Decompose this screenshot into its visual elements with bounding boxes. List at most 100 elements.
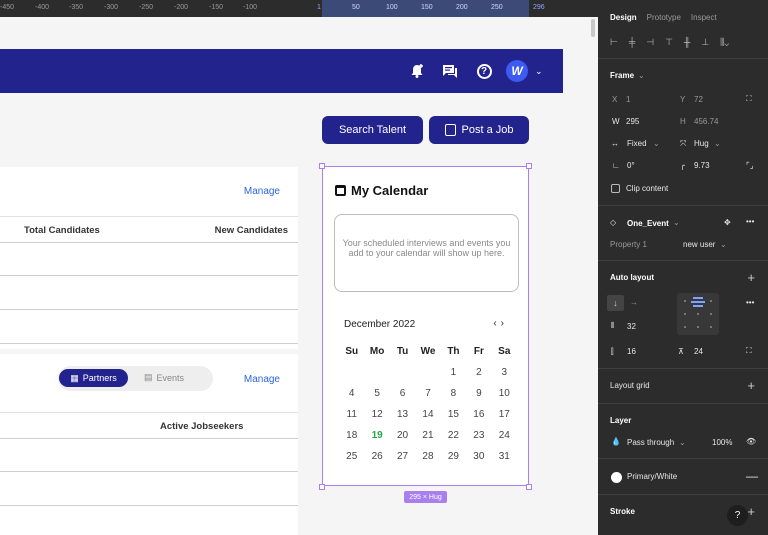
calendar-day[interactable]: 6	[390, 388, 415, 409]
events-tab[interactable]: ▤ Events	[144, 372, 184, 383]
independent-corners-icon[interactable]: ⌜⌟	[746, 161, 754, 170]
more-options-icon[interactable]: •••	[746, 217, 754, 226]
property-select[interactable]: new user	[683, 240, 715, 249]
help-button[interactable]: ?	[727, 505, 748, 526]
fill-swatch[interactable]	[611, 472, 622, 483]
calendar-day[interactable]: 28	[415, 451, 440, 472]
h-field[interactable]: 456.74	[694, 117, 718, 126]
calendar-day[interactable]: 22	[441, 430, 466, 451]
clip-content-checkbox[interactable]	[611, 184, 620, 193]
chevron-down-icon[interactable]: ⌄	[714, 139, 721, 148]
calendar-day[interactable]: 11	[339, 409, 364, 430]
table-row[interactable]	[0, 311, 298, 344]
y-field[interactable]: 72	[694, 95, 703, 104]
calendar-day[interactable]: 20	[390, 430, 415, 451]
padding-h-field[interactable]: 16	[627, 347, 636, 356]
align-right-icon[interactable]: ⊣	[646, 37, 654, 48]
chevron-right-icon[interactable]: ›	[501, 318, 508, 329]
height-mode-select[interactable]: Hug	[694, 139, 709, 148]
calendar-frame[interactable]: My Calendar Your scheduled interviews an…	[322, 166, 529, 486]
individual-padding-icon[interactable]: ⛶	[746, 346, 752, 356]
calendar-day[interactable]: 3	[492, 367, 517, 388]
tab-design[interactable]: Design	[610, 13, 637, 22]
plus-icon[interactable]: +	[747, 270, 755, 285]
calendar-day[interactable]: 19	[364, 430, 389, 451]
resize-handle[interactable]	[526, 163, 532, 169]
resize-handle[interactable]	[526, 484, 532, 490]
tab-prototype[interactable]: Prototype	[647, 13, 681, 22]
chevron-down-icon[interactable]: ⌄	[673, 218, 680, 227]
calendar-day[interactable]: 8	[441, 388, 466, 409]
chevron-down-icon[interactable]: ⌄	[653, 139, 660, 148]
calendar-day[interactable]: 2	[466, 367, 491, 388]
align-middle-icon[interactable]: ╫	[684, 37, 690, 48]
arrow-right-icon[interactable]: →	[630, 298, 638, 307]
align-top-icon[interactable]: ⊤	[665, 37, 673, 48]
calendar-day[interactable]: 15	[441, 409, 466, 430]
blend-mode-select[interactable]: Pass through	[627, 438, 674, 447]
width-mode-select[interactable]: Fixed	[627, 139, 647, 148]
plus-icon[interactable]: +	[747, 504, 755, 519]
calendar-day[interactable]: 27	[390, 451, 415, 472]
calendar-day[interactable]: 4	[339, 388, 364, 409]
calendar-day[interactable]: 17	[492, 409, 517, 430]
calendar-day[interactable]: 21	[415, 430, 440, 451]
calendar-day[interactable]: 30	[466, 451, 491, 472]
calendar-day[interactable]: 1	[441, 367, 466, 388]
calendar-day[interactable]: 13	[390, 409, 415, 430]
manage-link[interactable]: Manage	[244, 374, 280, 385]
calendar-day[interactable]: 10	[492, 388, 517, 409]
plus-icon[interactable]: +	[747, 378, 755, 393]
w-field[interactable]: 295	[626, 117, 639, 126]
align-left-icon[interactable]: ⊢	[610, 37, 618, 48]
component-name[interactable]: One_Event	[627, 219, 669, 228]
corner-radius-field[interactable]: 9.73	[694, 161, 710, 170]
calendar-day[interactable]: 7	[415, 388, 440, 409]
tab-inspect[interactable]: Inspect	[691, 13, 717, 22]
bell-plus-icon[interactable]	[407, 61, 427, 81]
calendar-day[interactable]: 14	[415, 409, 440, 430]
scrollbar-thumb[interactable]	[591, 19, 595, 37]
padding-v-field[interactable]: 24	[694, 347, 703, 356]
calendar-day[interactable]: 24	[492, 430, 517, 451]
calendar-day[interactable]: 12	[364, 409, 389, 430]
minus-icon[interactable]: —	[746, 469, 758, 483]
chevron-down-icon[interactable]: ⌄	[679, 438, 686, 447]
calendar-day[interactable]: 29	[441, 451, 466, 472]
fill-style-name[interactable]: Primary/White	[627, 472, 677, 481]
resize-handle[interactable]	[319, 163, 325, 169]
calendar-day[interactable]: 25	[339, 451, 364, 472]
manage-link[interactable]: Manage	[244, 186, 280, 197]
search-talent-button[interactable]: Search Talent	[322, 116, 423, 144]
calendar-day[interactable]: 18	[339, 430, 364, 451]
x-field[interactable]: 1	[626, 95, 630, 104]
alignment-grid[interactable]	[677, 293, 719, 335]
distribute-icon[interactable]: ⫼⌄	[720, 37, 729, 48]
calendar-day[interactable]: 9	[466, 388, 491, 409]
post-job-button[interactable]: Post a Job	[429, 116, 529, 144]
align-bottom-icon[interactable]: ⊥	[701, 37, 709, 48]
go-to-main-component-icon[interactable]: ✥	[724, 218, 731, 227]
table-row[interactable]	[0, 473, 298, 506]
chevron-down-icon[interactable]: ⌄	[638, 71, 645, 80]
rotation-field[interactable]: 0°	[627, 161, 635, 170]
calendar-day[interactable]: 23	[466, 430, 491, 451]
opacity-field[interactable]: 100%	[712, 438, 732, 447]
calendar-day[interactable]: 31	[492, 451, 517, 472]
partners-tab[interactable]: ▦ Partners	[59, 369, 128, 387]
table-row[interactable]	[0, 439, 298, 472]
table-row[interactable]	[0, 507, 298, 535]
clip-content-label[interactable]: Clip content	[626, 184, 668, 193]
constraints-icon[interactable]: ⛶	[746, 94, 752, 104]
calendar-day[interactable]: 5	[364, 388, 389, 409]
canvas-scrollbar[interactable]	[588, 17, 598, 535]
chevron-down-icon[interactable]: ⌄	[535, 66, 543, 77]
chevron-down-icon[interactable]: ⌄	[720, 240, 727, 249]
chat-icon[interactable]	[440, 61, 460, 81]
avatar[interactable]: W	[506, 60, 528, 82]
calendar-day[interactable]: 16	[466, 409, 491, 430]
eye-icon[interactable]: 👁	[746, 437, 756, 446]
arrow-down-icon[interactable]: ↓	[607, 295, 624, 311]
table-row[interactable]	[0, 277, 298, 310]
align-center-icon[interactable]: ╪	[629, 37, 635, 48]
